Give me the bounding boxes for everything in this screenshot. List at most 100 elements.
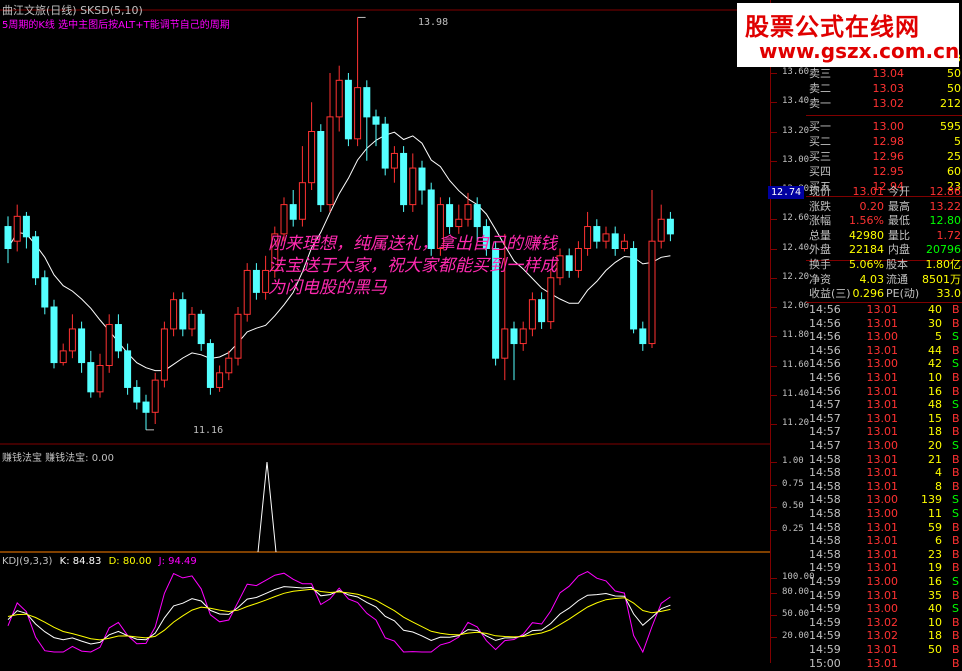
trade-volume: 40 xyxy=(928,602,942,616)
trade-side: S xyxy=(952,602,959,616)
candle-body xyxy=(528,299,536,330)
candle-body xyxy=(289,204,297,220)
trade-volume: 21 xyxy=(928,452,942,466)
trade-side: B xyxy=(952,643,960,656)
bid-row: 买一 13.00 595 xyxy=(806,120,962,134)
trade-side: B xyxy=(952,371,960,384)
tick-mark xyxy=(771,529,777,531)
stat-row: 外盘 22184 内盘 20796 xyxy=(806,243,962,257)
trade-row: 14:59 13.02 10 B xyxy=(806,616,962,630)
trade-time: 14:57 xyxy=(809,411,841,425)
stat-row: 现价 13.01 今开 12.86 xyxy=(806,185,962,199)
ask-row: 卖三 13.04 50 xyxy=(806,67,962,81)
watermark-title: 股票公式在线网 xyxy=(745,13,920,41)
candle-body xyxy=(335,79,343,118)
trade-price: 13.00 xyxy=(866,507,899,520)
ask-volume: 50 xyxy=(947,82,961,95)
trade-time: 14:56 xyxy=(809,316,841,330)
trade-side: S xyxy=(952,398,959,412)
stat-value: 1.80亿 xyxy=(925,258,962,271)
tick-mark xyxy=(771,131,777,133)
stat-value: 13.22 xyxy=(929,199,962,213)
candle-body xyxy=(96,365,104,393)
trade-price: 13.01 xyxy=(866,371,899,384)
trade-price: 13.01 xyxy=(866,588,899,602)
trade-row: 14:56 13.01 44 B xyxy=(806,344,962,358)
stat-value: 4.03 xyxy=(859,272,885,286)
stat-label: 现价 xyxy=(809,185,831,198)
candle-body xyxy=(317,131,325,206)
indicator-spike xyxy=(257,461,277,553)
tick-mark xyxy=(771,507,777,508)
trade-price: 13.01 xyxy=(866,643,899,656)
candle-body xyxy=(124,350,132,388)
trade-side: B xyxy=(952,547,960,561)
candle-body xyxy=(381,123,389,169)
stat-label: 涨跌 xyxy=(809,199,831,213)
trade-side: B xyxy=(952,629,960,643)
trade-side: B xyxy=(952,343,960,357)
chart-area[interactable]: 曲江文旅(日线) SKSD(5,10) 5周期的K线 选中主图后按ALT+T能调… xyxy=(0,0,770,663)
trade-time: 14:56 xyxy=(809,330,841,344)
stat-label: 流通 xyxy=(886,272,908,286)
trade-row: 14:58 13.00 139 S xyxy=(806,493,962,507)
bid-price: 12.95 xyxy=(872,165,905,178)
indicator-tick-label: 0.25 xyxy=(782,523,804,534)
ask-price: 13.04 xyxy=(872,67,905,80)
stat2-row: 换手 5.06% 股本 1.80亿 xyxy=(806,258,962,272)
stat-label: 涨幅 xyxy=(809,214,831,227)
stat-row: 涨幅 1.56% 最低 12.80 xyxy=(806,214,962,228)
chart-subtitle: 5周期的K线 选中主图后按ALT+T能调节自己的周期 xyxy=(2,20,230,31)
trade-price: 13.01 xyxy=(866,411,899,425)
stat-value: 12.86 xyxy=(929,185,962,198)
trade-row: 14:57 13.01 48 S xyxy=(806,398,962,412)
trade-volume: 10 xyxy=(928,371,942,384)
stat-value: 13.01 xyxy=(852,185,885,198)
candle-body xyxy=(354,87,362,140)
trade-time: 14:56 xyxy=(809,343,841,357)
candle-body xyxy=(160,328,168,381)
trade-time: 14:56 xyxy=(809,303,841,316)
trade-side: B xyxy=(952,656,960,670)
panel-divider xyxy=(806,115,962,116)
trade-volume: 18 xyxy=(928,425,942,439)
bid-label: 买二 xyxy=(809,135,831,148)
candle-body xyxy=(464,204,472,220)
stat-row: 涨跌 0.20 最高 13.22 xyxy=(806,200,962,214)
trade-side: B xyxy=(952,534,960,548)
tick-mark xyxy=(771,336,777,338)
trade-row: 14:58 13.01 6 B xyxy=(806,534,962,548)
candle-body xyxy=(639,328,647,345)
candle-body xyxy=(41,277,49,308)
candle-body xyxy=(4,226,12,249)
trade-time: 14:56 xyxy=(809,384,841,398)
candle-body xyxy=(142,401,150,413)
trade-side: B xyxy=(952,615,960,629)
trade-time: 14:57 xyxy=(809,425,841,439)
trade-time: 14:58 xyxy=(809,520,841,534)
trade-volume: 40 xyxy=(928,303,942,316)
ask-volume: 50 xyxy=(947,67,961,80)
trade-price: 13.00 xyxy=(866,575,899,588)
stat-label: 量比 xyxy=(888,228,910,242)
candle-body xyxy=(501,328,509,359)
bid-row: 买二 12.98 5 xyxy=(806,135,962,149)
trade-row: 14:57 13.01 18 B xyxy=(806,425,962,439)
trade-volume: 8 xyxy=(935,479,942,493)
tick-mark xyxy=(771,160,777,162)
low-label: 11.16 xyxy=(193,425,224,436)
current-price-tag: 12.74 xyxy=(768,186,804,199)
ask-price: 13.02 xyxy=(872,97,905,110)
trade-volume: 4 xyxy=(935,466,942,480)
trade-volume: 11 xyxy=(928,507,942,520)
candle-body xyxy=(574,248,582,271)
trade-time: 14:57 xyxy=(809,439,841,452)
stat-value: 22184 xyxy=(849,243,884,256)
trade-row: 14:59 13.00 16 S xyxy=(806,575,962,589)
tick-mark xyxy=(771,592,777,594)
stat-value: 0.20 xyxy=(859,199,885,213)
candle-body xyxy=(197,313,205,345)
trade-price: 13.00 xyxy=(866,602,899,616)
candle-body xyxy=(455,218,463,228)
tick-mark xyxy=(771,73,777,74)
